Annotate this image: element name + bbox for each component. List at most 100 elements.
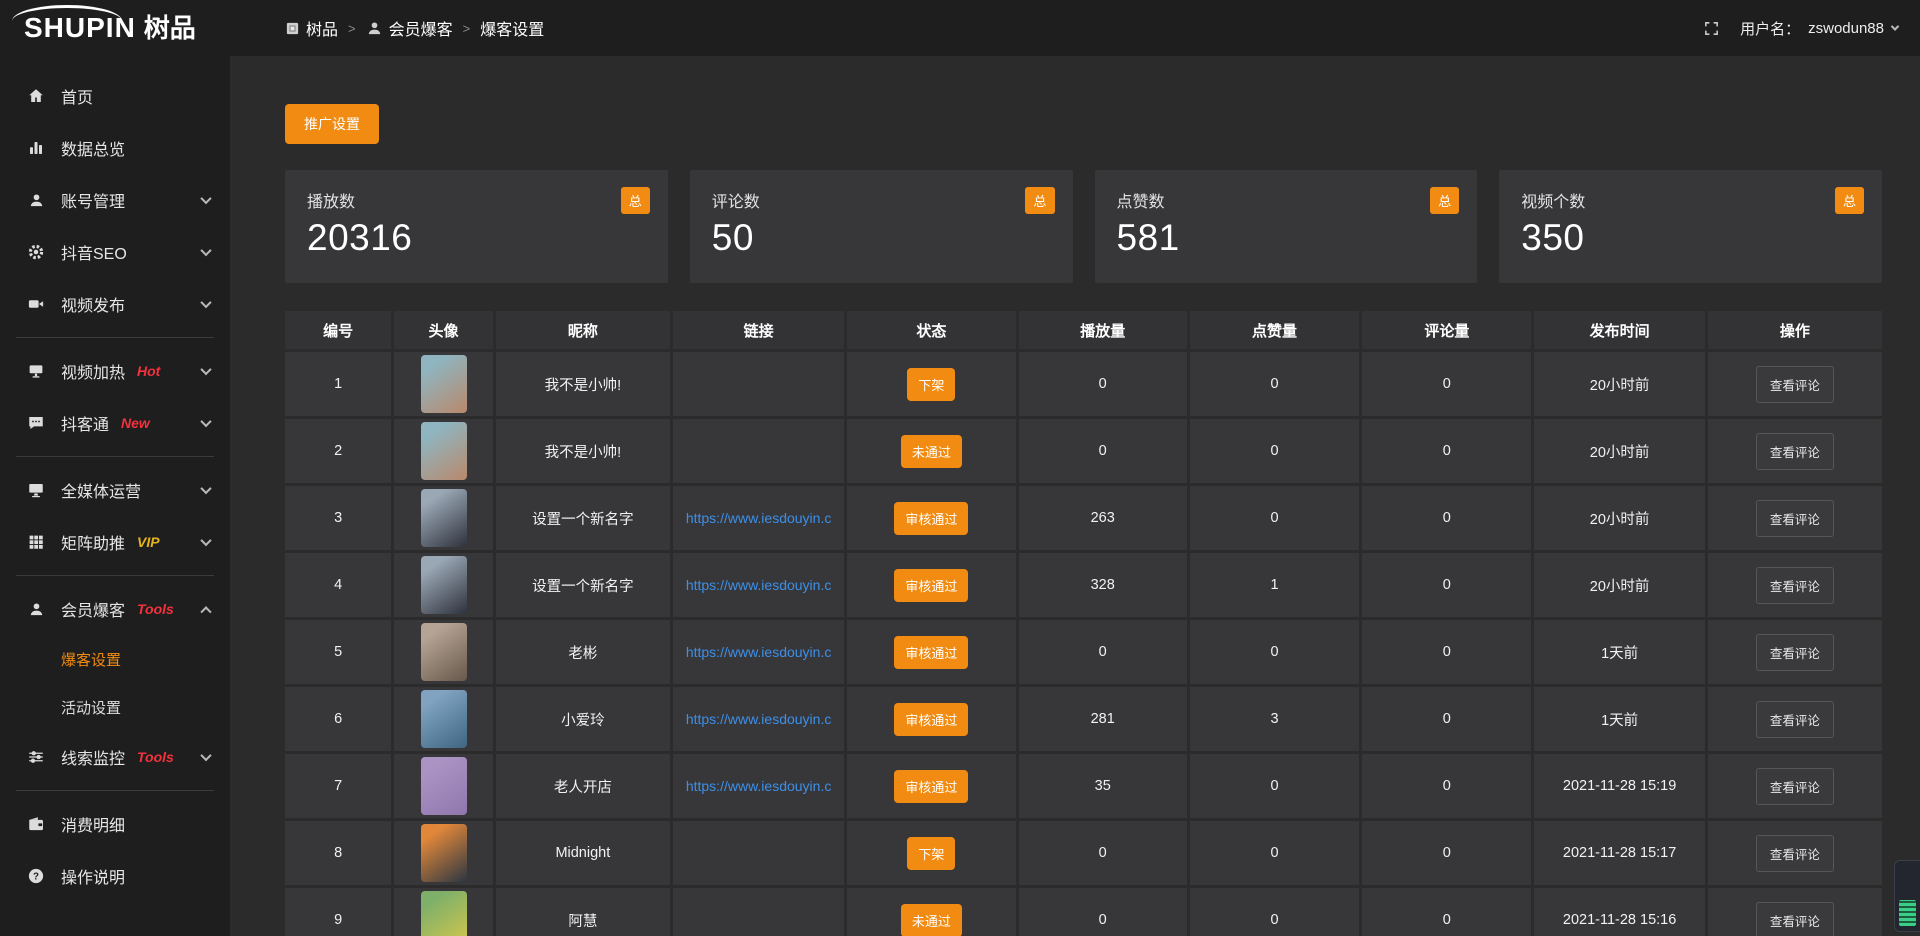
time-value: 2021-11-28 15:17	[1563, 845, 1676, 861]
row-id: 7	[334, 778, 342, 794]
comments-value: 0	[1443, 510, 1451, 526]
view-comments-button[interactable]: 查看评论	[1756, 634, 1834, 671]
cell-avatar	[394, 419, 492, 483]
video-link[interactable]: https://www.iesdouyin.c	[686, 510, 832, 526]
row-id: 3	[334, 510, 342, 526]
likes-value: 0	[1270, 845, 1278, 861]
cell-status: 未通过	[847, 888, 1015, 936]
sidebar-item-label: 消费明细	[61, 812, 125, 836]
row-id: 5	[334, 644, 342, 660]
view-comments-button[interactable]: 查看评论	[1756, 366, 1834, 403]
table-row: 4设置一个新名字https://www.iesdouyin.c审核通过32810…	[285, 553, 1882, 617]
stat-card-label: 播放数	[307, 188, 646, 212]
sidebar: 首页数据总览账号管理抖音SEO 视频发布视频加热Hot抖客通New 全媒体运营矩阵助…	[0, 56, 230, 936]
row-id: 2	[334, 443, 342, 459]
time-value: 20小时前	[1590, 374, 1650, 395]
view-comments-button[interactable]: 查看评论	[1756, 500, 1834, 537]
cell-id: 2	[285, 419, 391, 483]
breadcrumb-item[interactable]: 爆客设置	[480, 16, 544, 40]
sidebar-item[interactable]: 抖客通New	[0, 397, 230, 449]
view-comments-button[interactable]: 查看评论	[1756, 567, 1834, 604]
sidebar-item[interactable]: 账号管理	[0, 174, 230, 226]
view-comments-button[interactable]: 查看评论	[1756, 902, 1834, 936]
sidebar-subitem[interactable]: 爆客设置	[0, 635, 230, 683]
sidebar-item-tag: Tools	[137, 749, 174, 765]
video-link[interactable]: https://www.iesdouyin.c	[686, 644, 832, 660]
view-comments-button[interactable]: 查看评论	[1756, 701, 1834, 738]
sidebar-item[interactable]: 线索监控Tools	[0, 731, 230, 783]
comments-value: 0	[1443, 778, 1451, 794]
breadcrumb-label: 树品	[306, 16, 338, 40]
sidebar-item[interactable]: 视频加热Hot	[0, 345, 230, 397]
user-menu[interactable]: 用户名：zswodun88	[1740, 18, 1898, 39]
likes-value: 0	[1270, 443, 1278, 459]
breadcrumb-item[interactable]: 会员爆客	[366, 16, 453, 40]
stats-row: 播放数20316总评论数50总点赞数581总视频个数350总	[285, 170, 1882, 283]
table-body: 1我不是小帅!下架00020小时前查看评论2我不是小帅!未通过00020小时前查…	[285, 352, 1882, 936]
sidebar-item-label: 抖音SEO	[61, 240, 127, 264]
stat-card-value: 50	[712, 217, 1051, 259]
cell-comments: 0	[1362, 553, 1531, 617]
sidebar-item-label: 矩阵助推	[61, 530, 125, 554]
table-row: 8Midnight下架0002021-11-28 15:17查看评论	[285, 821, 1882, 885]
sidebar-item-label: 会员爆客	[61, 597, 125, 621]
cell-avatar	[394, 553, 492, 617]
cell-likes: 3	[1190, 687, 1359, 751]
cell-plays: 0	[1019, 821, 1187, 885]
home-icon	[26, 87, 46, 105]
grid-icon	[26, 533, 46, 551]
sidebar-item-tag: Hot	[137, 363, 160, 379]
cell-likes: 0	[1190, 754, 1359, 818]
user-icon	[26, 192, 46, 209]
cell-avatar	[394, 486, 492, 550]
sidebar-item[interactable]: ?操作说明	[0, 850, 230, 902]
sidebar-divider	[16, 337, 214, 338]
cell-comments: 0	[1362, 888, 1531, 936]
table-header-cell: 昵称	[496, 311, 670, 349]
nickname-text: 设置一个新名字	[532, 575, 634, 596]
chevron-down-icon	[200, 245, 211, 256]
sidebar-item[interactable]: 抖音SEO	[0, 226, 230, 278]
sidebar-item-label: 全媒体运营	[61, 478, 141, 502]
cell-id: 4	[285, 553, 391, 617]
sidebar-item[interactable]: 首页	[0, 70, 230, 122]
cell-status: 审核通过	[847, 754, 1015, 818]
fullscreen-icon[interactable]	[1703, 20, 1720, 37]
chevron-down-icon	[200, 297, 211, 308]
sidebar-subitem[interactable]: 活动设置	[0, 683, 230, 731]
app-icon	[285, 21, 300, 36]
video-link[interactable]: https://www.iesdouyin.c	[686, 778, 832, 794]
video-icon	[26, 295, 46, 313]
sidebar-item[interactable]: 全媒体运营	[0, 464, 230, 516]
promo-settings-button[interactable]: 推广设置	[285, 104, 379, 144]
status-badge: 审核通过	[894, 703, 968, 736]
row-id: 6	[334, 711, 342, 727]
sidebar-item[interactable]: 会员爆客Tools	[0, 583, 230, 635]
video-link[interactable]: https://www.iesdouyin.c	[686, 577, 832, 593]
table-header-cell: 状态	[847, 311, 1015, 349]
floating-widget[interactable]	[1894, 860, 1920, 932]
data-table: 编号头像昵称链接状态播放量点赞量评论量发布时间操作 1我不是小帅!下架00020…	[285, 311, 1882, 936]
view-comments-button[interactable]: 查看评论	[1756, 433, 1834, 470]
stat-card-value: 350	[1521, 217, 1860, 259]
sidebar-item[interactable]: 矩阵助推VIP	[0, 516, 230, 568]
video-link[interactable]: https://www.iesdouyin.c	[686, 711, 832, 727]
nickname-text: 我不是小帅!	[545, 441, 622, 462]
table-row: 6小爱玲https://www.iesdouyin.c审核通过281301天前查…	[285, 687, 1882, 751]
logo-arc	[12, 5, 122, 21]
cell-time: 1天前	[1534, 620, 1704, 684]
stat-card-label: 点赞数	[1117, 188, 1456, 212]
nickname-text: 设置一个新名字	[532, 508, 634, 529]
table-header-cell: 播放量	[1019, 311, 1187, 349]
breadcrumb-item[interactable]: 树品	[285, 16, 338, 40]
sidebar-item[interactable]: 数据总览	[0, 122, 230, 174]
sidebar-item[interactable]: 视频发布	[0, 278, 230, 330]
cell-plays: 281	[1019, 687, 1187, 751]
view-comments-button[interactable]: 查看评论	[1756, 835, 1834, 872]
sidebar-item[interactable]: 消费明细	[0, 798, 230, 850]
cell-nickname: 老人开店	[496, 754, 670, 818]
table-header-cell: 发布时间	[1534, 311, 1704, 349]
sidebar-item-label: 抖客通	[61, 411, 109, 435]
cell-id: 8	[285, 821, 391, 885]
view-comments-button[interactable]: 查看评论	[1756, 768, 1834, 805]
